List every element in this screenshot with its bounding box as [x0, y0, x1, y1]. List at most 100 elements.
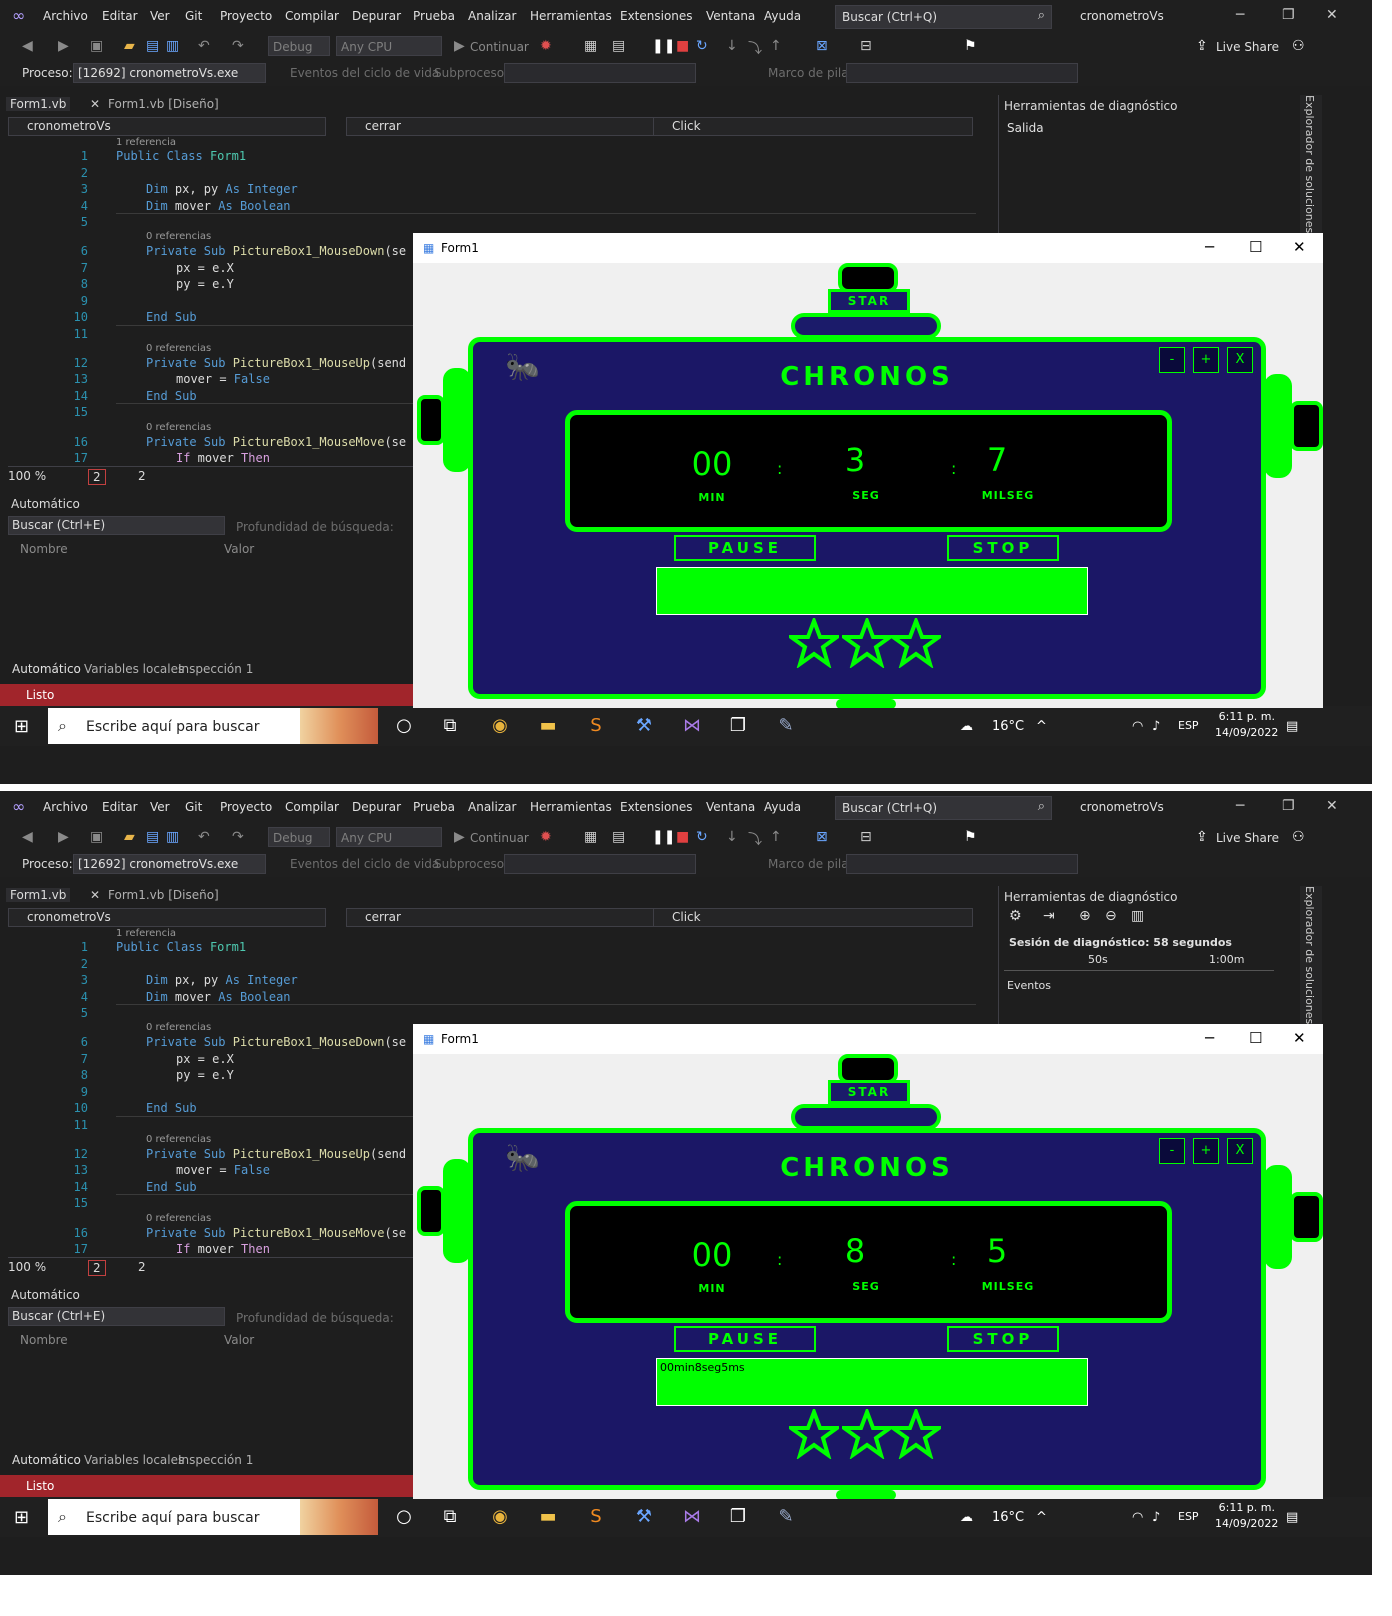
menu-analizar[interactable]: Analizar [468, 800, 516, 814]
weather-icon[interactable]: ☁ [960, 1510, 973, 1525]
output-item[interactable]: Salida [1007, 121, 1044, 135]
taskbar-search-input[interactable]: ⌕ Escribe aquí para buscar [48, 1499, 378, 1535]
star-button[interactable]: STAR [828, 1080, 910, 1104]
menu-herramientas[interactable]: Herramientas [530, 9, 612, 23]
live-share-icon[interactable]: ⇪ [1196, 829, 1208, 845]
lifecycle-events[interactable]: Eventos del ciclo de vida [290, 66, 439, 80]
minimize-button[interactable]: - [1159, 1138, 1185, 1164]
warning-count[interactable]: 2 [138, 1260, 146, 1274]
stop-icon[interactable]: ■ [676, 38, 689, 54]
save-icon[interactable]: ▤ [146, 38, 159, 54]
live-share-button[interactable]: Live Share [1216, 40, 1279, 54]
config-select[interactable]: Debug [268, 36, 330, 56]
warning-count[interactable]: 2 [138, 469, 146, 483]
bookmark-icon[interactable]: ⊟ [860, 829, 872, 845]
visual-studio-icon[interactable]: ⋈ [680, 1505, 704, 1529]
maximize-button[interactable]: + [1193, 1138, 1219, 1164]
platform-select[interactable]: Any CPU [336, 827, 442, 847]
menu-editar[interactable]: Editar [102, 800, 138, 814]
task-view-icon[interactable]: ⧉ [438, 1505, 462, 1529]
minimize-icon[interactable]: ─ [1236, 798, 1244, 814]
language-indicator[interactable]: ESP [1178, 1510, 1199, 1523]
timeline-ruler[interactable]: 50s 1:00m [1004, 952, 1274, 971]
tab-close-icon[interactable]: ✕ [90, 888, 100, 902]
continue-button[interactable]: Continuar [470, 40, 529, 54]
back-icon[interactable]: ◀ [22, 829, 33, 845]
maximize-button[interactable]: + [1193, 347, 1219, 373]
pause-button[interactable]: PAUSE [674, 535, 816, 561]
tab-locals[interactable]: Variables locales [84, 662, 184, 676]
volume-icon[interactable]: ♪ [1152, 1510, 1160, 1525]
stop-icon[interactable]: ■ [676, 829, 689, 845]
nav-project-select[interactable]: cronometroVs [8, 117, 326, 136]
zoom-level[interactable]: 100 % [8, 469, 46, 483]
sql-server-icon[interactable]: ⚒ [632, 1505, 656, 1529]
menu-prueba[interactable]: Prueba [413, 9, 455, 23]
sql-server-icon[interactable]: ⚒ [632, 714, 656, 738]
search-input[interactable]: Buscar (Ctrl+Q) ⌕ [835, 796, 1052, 820]
reset-view-icon[interactable]: ▥ [1131, 908, 1144, 924]
form-close-icon[interactable]: ✕ [1293, 1029, 1306, 1047]
weather-icon[interactable]: ☁ [960, 719, 973, 734]
step-over-icon[interactable]: ⤵ [748, 38, 762, 58]
cortana-icon[interactable]: ○ [392, 1505, 416, 1529]
temperature[interactable]: 16°C [992, 1510, 1024, 1525]
menu-herramientas[interactable]: Herramientas [530, 800, 612, 814]
events-section[interactable]: Eventos [1007, 979, 1051, 992]
redo-icon[interactable]: ↷ [232, 829, 244, 845]
continue-button[interactable]: Continuar [470, 831, 529, 845]
result-textbox[interactable] [656, 567, 1088, 615]
config-select[interactable]: Debug [268, 827, 330, 847]
menu-git[interactable]: Git [185, 9, 202, 23]
restore-icon[interactable]: ❐ [1282, 798, 1295, 814]
wifi-icon[interactable]: ◠ [1132, 1510, 1143, 1525]
menu-git[interactable]: Git [185, 800, 202, 814]
menu-archivo[interactable]: Archivo [43, 800, 88, 814]
tab-autos[interactable]: Automático [12, 662, 81, 676]
menu-ventana[interactable]: Ventana [706, 800, 755, 814]
menu-ver[interactable]: Ver [150, 800, 170, 814]
thread-select[interactable] [504, 854, 696, 874]
undo-icon[interactable]: ↶ [198, 38, 210, 54]
menu-depurar[interactable]: Depurar [352, 800, 401, 814]
tab-watch[interactable]: Inspección 1 [178, 1453, 253, 1467]
notifications-icon[interactable]: ▤ [1286, 719, 1298, 734]
column-name-header[interactable]: Nombre [20, 1333, 68, 1347]
live-share-button[interactable]: Live Share [1216, 831, 1279, 845]
code-lens[interactable]: 1 referencia [116, 137, 176, 148]
back-icon[interactable]: ◀ [22, 38, 33, 54]
settings-icon[interactable]: ⚙ [1009, 908, 1022, 924]
chronometer-body[interactable]: 🐜 CHRONOS - + X 00 : 8 : 5 MIN SEG MILSE… [468, 1128, 1266, 1490]
save-icon[interactable]: ▤ [146, 829, 159, 845]
form-minimize-icon[interactable]: ─ [1205, 1029, 1214, 1047]
step-over-icon[interactable]: ⤵ [748, 829, 762, 849]
new-item-icon[interactable]: ▣ [90, 829, 103, 845]
code-lens[interactable]: 0 referencias [146, 231, 211, 242]
forward-icon[interactable]: ▶ [58, 829, 69, 845]
star-button[interactable]: STAR [828, 289, 910, 313]
taskbar-search-input[interactable]: ⌕ Escribe aquí para buscar [48, 708, 378, 744]
restart-icon[interactable]: ↻ [696, 38, 708, 54]
tab-watch[interactable]: Inspección 1 [178, 662, 253, 676]
redo-icon[interactable]: ↷ [232, 38, 244, 54]
code-lens[interactable]: 0 referencias [146, 343, 211, 354]
bookmark-flag-icon[interactable]: ⚑ [964, 829, 977, 845]
step-out-icon[interactable]: ↑ [770, 38, 782, 54]
menu-editar[interactable]: Editar [102, 9, 138, 23]
continue-icon[interactable]: ▶ [454, 38, 465, 54]
error-count[interactable]: 2 [88, 469, 106, 485]
breakpoint-tools-icon[interactable]: ⊠ [816, 38, 828, 54]
nav-project-select[interactable]: cronometroVs [8, 908, 326, 927]
result-textbox[interactable]: 00min8seg5ms [656, 1358, 1088, 1406]
form-minimize-icon[interactable]: ─ [1205, 238, 1214, 256]
app-window-icon[interactable]: ❐ [726, 1505, 750, 1529]
notifications-icon[interactable]: ▤ [1286, 1510, 1298, 1525]
menu-proyecto[interactable]: Proyecto [220, 800, 272, 814]
tray-chevron-icon[interactable]: ^ [1036, 719, 1047, 734]
task-view-icon[interactable]: ⧉ [438, 714, 462, 738]
layout-icon[interactable]: ▤ [612, 38, 625, 54]
zoom-out-icon[interactable]: ⊖ [1105, 908, 1117, 924]
pause-button[interactable]: PAUSE [674, 1326, 816, 1352]
column-name-header[interactable]: Nombre [20, 542, 68, 556]
menu-ayuda[interactable]: Ayuda [764, 9, 801, 23]
